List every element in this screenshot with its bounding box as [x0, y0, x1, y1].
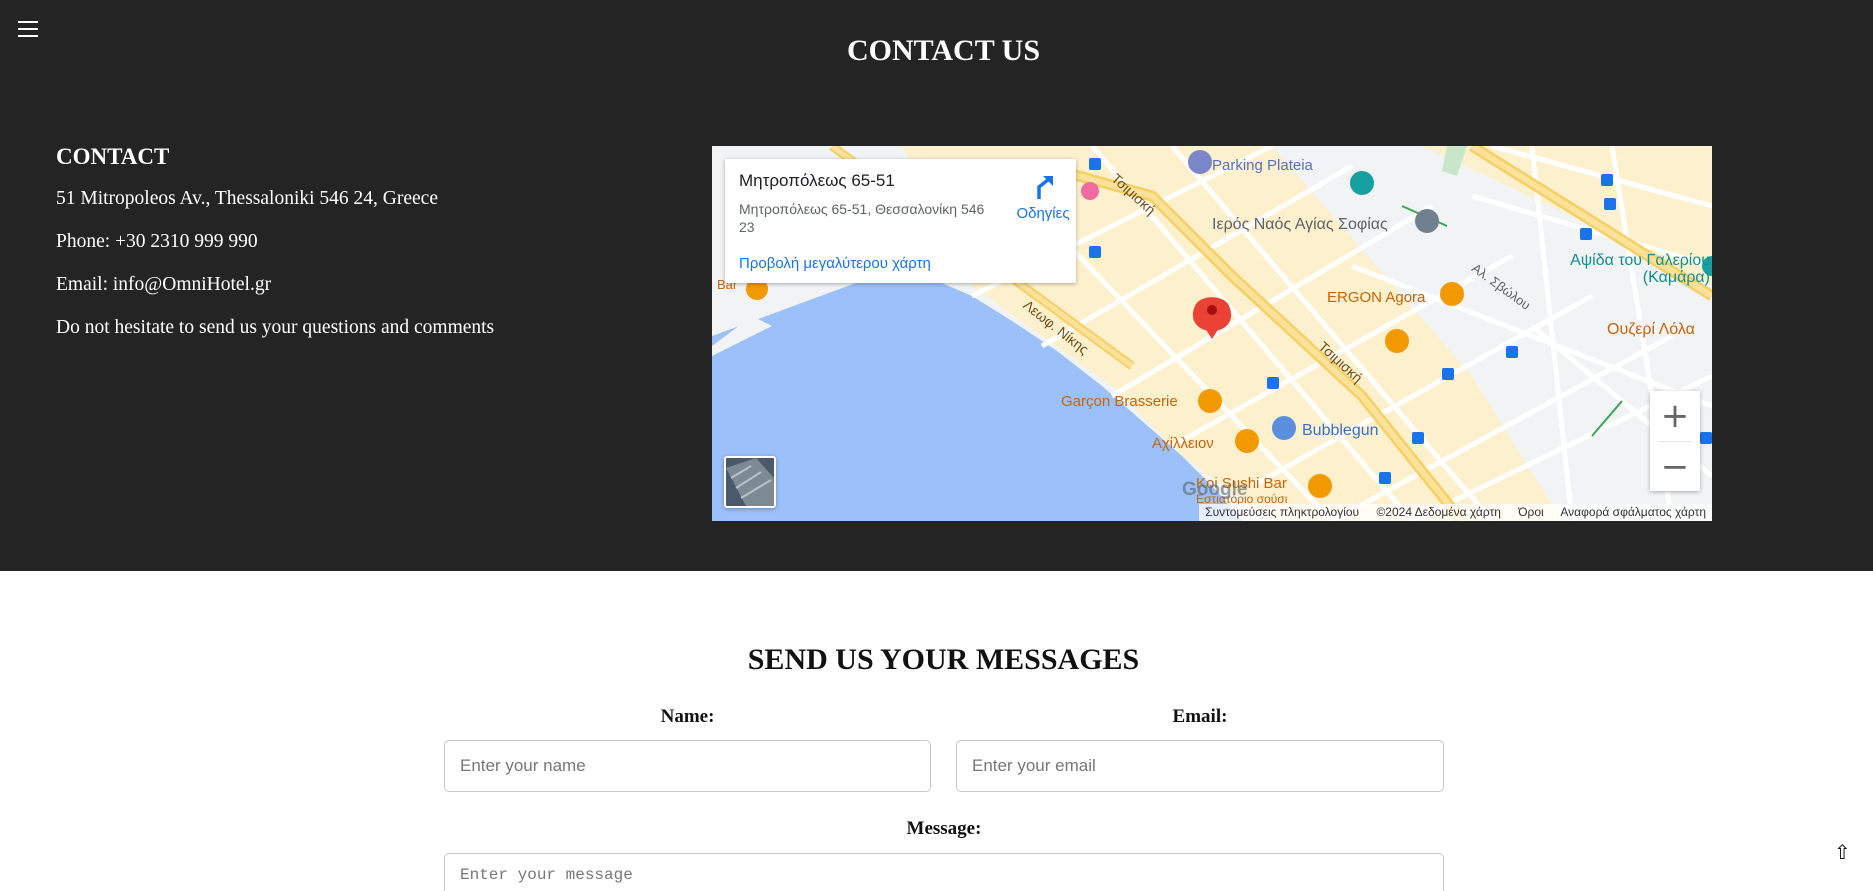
keyboard-shortcuts-link[interactable]: Συντομεύσεις πληκτρολογίου — [1205, 505, 1359, 519]
terms-link[interactable]: Όροι — [1518, 505, 1543, 519]
name-input[interactable]: Enter your name — [444, 740, 931, 792]
place-title: Μητροπόλεως 65-51 — [739, 171, 895, 190]
map-data-credit: ©2024 Δεδομένα χάρτη — [1376, 505, 1501, 519]
satellite-thumbnail-icon — [726, 458, 774, 506]
message-label: Message: — [906, 818, 982, 839]
zoom-out-button[interactable]: − — [1650, 442, 1700, 492]
map-label-ouzeri: Ουζερί Λόλα — [1607, 321, 1695, 338]
satellite-toggle[interactable] — [724, 456, 776, 508]
place-info-card: Μητροπόλεως 65-51 Μητροπόλεως 65-51, Θεσ… — [725, 159, 1076, 283]
contact-email: Email: info@OmniHotel.gr — [56, 274, 272, 295]
map-label-church: Ιερός Ναός Αγίας Σοφίας — [1212, 216, 1388, 233]
name-label: Name: — [660, 706, 715, 727]
map-label-ergon: ERGON Agora — [1327, 289, 1426, 306]
map-label-achilleion: Αχίλλειον — [1152, 435, 1214, 452]
place-address: Μητροπόλεως 65-51, Θεσσαλονίκη 546 23 — [739, 201, 985, 235]
map-label-arch: Αψίδα του Γαλερίου (Καμάρα) — [1570, 252, 1710, 286]
message-textarea[interactable]: Enter your message — [444, 853, 1444, 891]
view-larger-map-link[interactable]: Προβολή μεγαλύτερου χάρτη — [739, 255, 931, 272]
page-title: CONTACT US — [846, 34, 1041, 67]
report-error-link[interactable]: Αναφορά σφάλματος χάρτη — [1560, 505, 1706, 519]
scroll-to-top-icon[interactable]: ⇧ — [1834, 840, 1851, 864]
contact-section: CONTACT US CONTACT 51 Mitropoleos Av., T… — [0, 0, 1873, 571]
zoom-in-button[interactable]: + — [1650, 391, 1700, 441]
contact-info: CONTACT 51 Mitropoleos Av., Thessaloniki… — [56, 144, 494, 359]
email-label: Email: — [1172, 706, 1228, 727]
directions-label: Οδηγίες — [1016, 205, 1070, 222]
form-title: SEND US YOUR MESSAGES — [747, 643, 1140, 676]
directions-icon — [1037, 176, 1053, 199]
map-label-garcon: Garçon Brasserie — [1061, 393, 1178, 410]
google-logo: Google — [1182, 479, 1248, 500]
contact-heading: CONTACT — [56, 144, 170, 169]
map-attribution: Συντομεύσεις πληκτρολογίου ©2024 Δεδομέν… — [1199, 504, 1712, 521]
zoom-controls: + − — [1650, 391, 1700, 491]
contact-address: 51 Mitropoleos Av., Thessaloniki 546 24,… — [56, 188, 438, 209]
directions-button[interactable]: Οδηγίες — [1010, 173, 1076, 222]
contact-phone: Phone: +30 2310 999 990 — [56, 231, 258, 252]
google-map-embed[interactable]: Parking Plateia Ιερός Ναός Αγίας Σοφίας … — [712, 146, 1712, 521]
email-input[interactable]: Enter your email — [956, 740, 1444, 792]
map-label-bubblegun: Bubblegun — [1302, 422, 1379, 439]
map-label-parking: Parking Plateia — [1212, 157, 1313, 174]
contact-note: Do not hesitate to send us your question… — [56, 317, 495, 338]
